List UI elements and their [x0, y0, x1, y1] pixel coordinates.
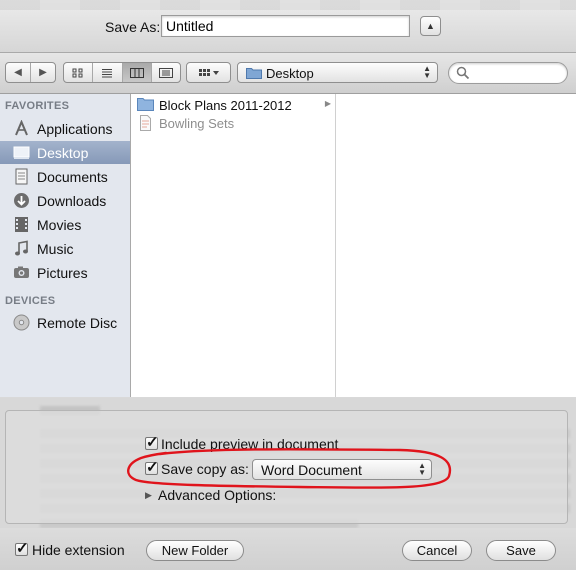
save-copy-format-popup[interactable]: Word Document ▲ ▼ [252, 459, 432, 480]
icon-view-icon [72, 68, 83, 77]
filename-input[interactable] [161, 15, 410, 37]
sidebar-item-label: Applications [37, 121, 113, 137]
checkmark-icon: ✓ [146, 434, 159, 451]
sidebar-item-label: Desktop [37, 145, 89, 161]
collapse-dialog-button[interactable]: ▲ [420, 16, 441, 36]
include-preview-checkbox[interactable]: ✓ [145, 434, 159, 451]
save-as-label: Save As: [105, 19, 161, 35]
applications-icon [15, 120, 28, 136]
music-icon [15, 240, 28, 256]
view-mode-buttons [63, 62, 181, 83]
checkmark-icon: ✓ [146, 459, 159, 476]
documents-icon [15, 168, 28, 185]
sidebar-item-movies[interactable]: Movies [0, 213, 130, 236]
location-popup[interactable]: Desktop ▲ ▼ [237, 62, 438, 83]
popup-arrows-icon: ▲ ▼ [423, 64, 431, 80]
folder-icon [137, 98, 154, 111]
background-document-toolbar [0, 0, 576, 10]
devices-heading: DEVICES [5, 295, 56, 307]
folder-icon [246, 68, 262, 79]
arrange-grid-icon [187, 63, 230, 82]
cover-flow-button[interactable] [152, 63, 180, 82]
document-icon [140, 115, 151, 131]
format-value: Word Document [261, 462, 362, 478]
file-row[interactable]: Block Plans 2011-2012 ▶ [131, 96, 335, 114]
sidebar-item-pictures[interactable]: Pictures [0, 261, 130, 284]
browser-column: Block Plans 2011-2012 ▶ Bowling Sets [131, 94, 336, 397]
back-arrow-icon: ◀ [14, 67, 22, 78]
list-view-icon [102, 68, 113, 77]
file-row[interactable]: Bowling Sets [131, 114, 335, 132]
sidebar-item-applications[interactable]: Applications [0, 117, 130, 140]
desktop-icon [13, 146, 30, 159]
sidebar-item-label: Documents [37, 169, 108, 185]
sidebar-item-label: Pictures [37, 265, 88, 281]
sidebar-item-remote-disc[interactable]: Remote Disc [0, 311, 130, 334]
disclosure-triangle-icon[interactable]: ▶ [145, 490, 152, 501]
new-folder-button[interactable]: New Folder [146, 540, 244, 561]
remote-disc-icon [13, 314, 30, 331]
hide-extension-label: Hide extension [32, 542, 125, 558]
include-preview-label: Include preview in document [161, 436, 339, 452]
location-label: Desktop [266, 66, 314, 81]
downloads-icon [14, 193, 29, 208]
forward-arrow-icon: ▶ [39, 67, 47, 78]
sidebar: FAVORITES Applications Desktop Documents… [0, 94, 131, 397]
favorites-heading: FAVORITES [5, 100, 70, 112]
disclosure-arrow-icon: ▶ [324, 99, 331, 108]
search-icon [456, 66, 470, 80]
cancel-button[interactable]: Cancel [402, 540, 472, 561]
icon-view-button[interactable] [64, 63, 94, 82]
sidebar-item-desktop[interactable]: Desktop [0, 141, 130, 164]
browser-toolbar: ◀ ▶ Desktop ▲ ▼ [0, 53, 576, 94]
back-button[interactable]: ◀ [6, 63, 31, 82]
popup-arrows-icon: ▲ ▼ [418, 461, 426, 477]
cover-flow-icon [158, 67, 173, 78]
navigation-buttons: ◀ ▶ [5, 62, 56, 83]
advanced-options-label: Advanced Options: [158, 487, 277, 503]
list-view-button[interactable] [93, 63, 123, 82]
dialog-footer: ✓ Hide extension New Folder Cancel Save [0, 528, 576, 570]
sidebar-item-music[interactable]: Music [0, 237, 130, 260]
sidebar-item-documents[interactable]: Documents [0, 165, 130, 188]
column-view-button[interactable] [122, 63, 152, 82]
movies-icon [15, 217, 28, 232]
search-field[interactable] [448, 62, 568, 84]
save-button[interactable]: Save [486, 540, 556, 561]
file-name: Block Plans 2011-2012 [159, 98, 292, 113]
forward-button[interactable]: ▶ [31, 63, 55, 82]
save-copy-label: Save copy as: [161, 461, 249, 477]
pictures-icon [14, 266, 29, 278]
sidebar-item-label: Music [37, 241, 74, 257]
sidebar-item-label: Downloads [37, 193, 107, 209]
sidebar-item-downloads[interactable]: Downloads [0, 189, 130, 212]
save-as-header: Save As: ▲ [0, 0, 576, 53]
hide-extension-checkbox[interactable]: ✓ [15, 540, 29, 557]
chevron-up-icon: ▲ [426, 21, 435, 31]
column-view-icon [129, 67, 144, 78]
arrange-menu-button[interactable] [186, 62, 231, 83]
checkmark-icon: ✓ [16, 540, 29, 557]
file-name: Bowling Sets [159, 116, 235, 131]
sidebar-item-label: Remote Disc [37, 315, 118, 331]
file-browser: Block Plans 2011-2012 ▶ Bowling Sets [131, 94, 576, 397]
save-copy-checkbox[interactable]: ✓ [145, 459, 159, 476]
sidebar-item-label: Movies [37, 217, 82, 233]
